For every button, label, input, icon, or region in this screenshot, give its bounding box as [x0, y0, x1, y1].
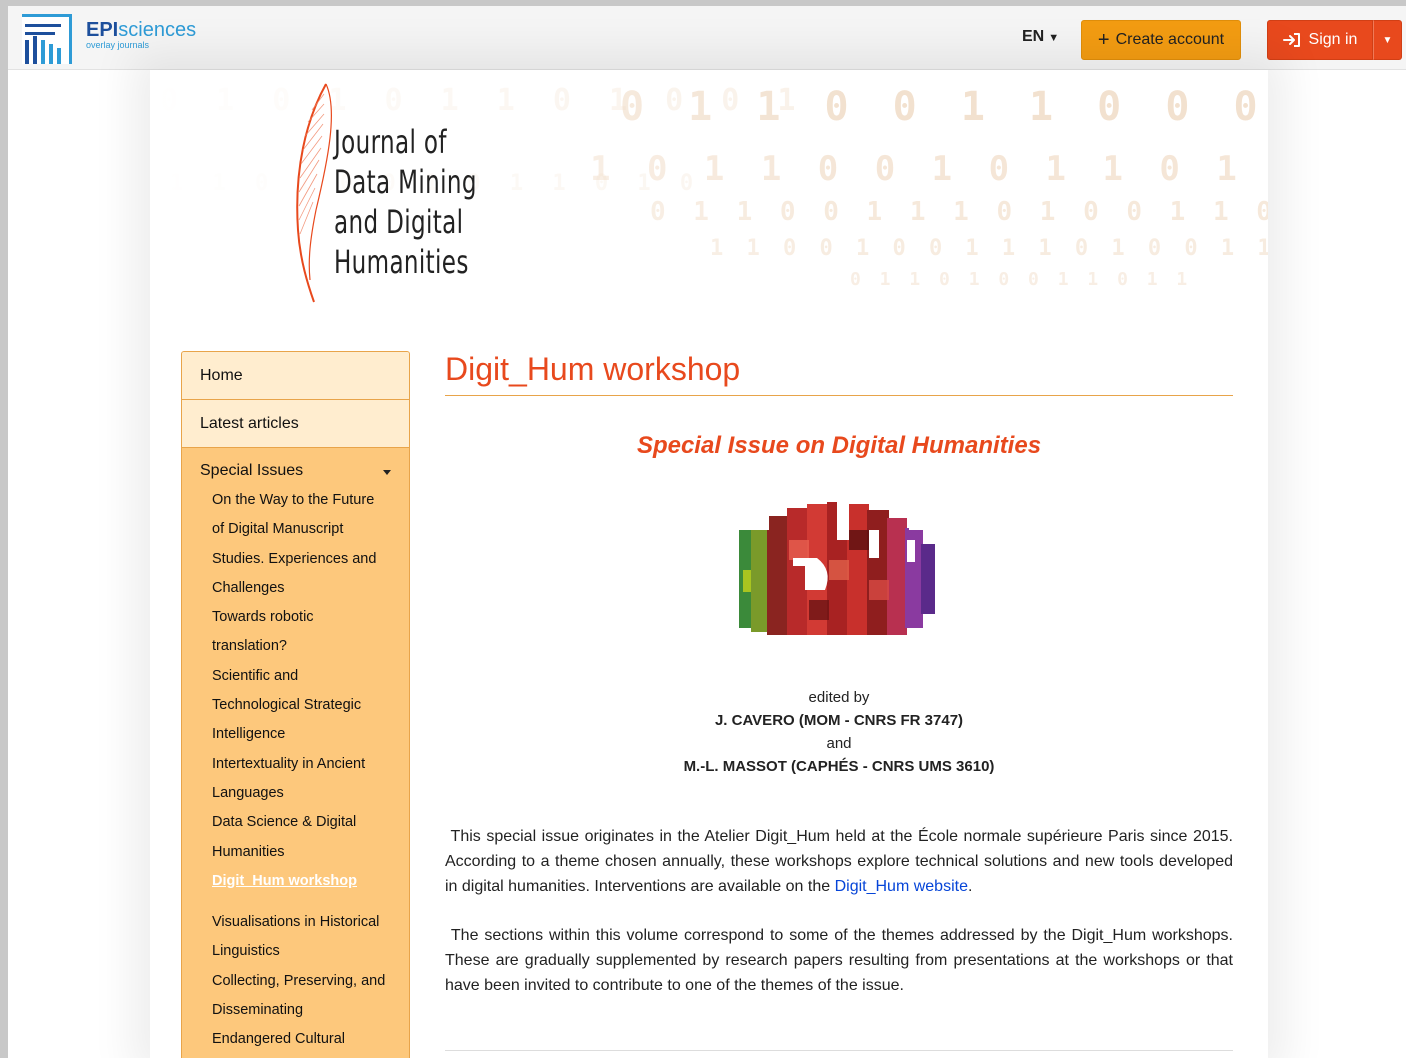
caret-down-icon: ▼ [1382, 34, 1393, 46]
special-issue-link[interactable]: Languages [212, 779, 409, 808]
plus-icon: + [1097, 29, 1110, 51]
journal-title-line: Journal of [334, 123, 447, 161]
sidebar-nav: Home Latest articles Special Issues On t… [181, 351, 410, 1058]
special-issue-link[interactable]: Endangered Cultural [212, 1025, 409, 1054]
editor-name: J. CAVERO (MOM - CNRS FR 3747) [714, 712, 964, 729]
sign-in-dropdown-toggle[interactable]: ▼ [1373, 20, 1402, 60]
section-divider [445, 1050, 1233, 1051]
and-label: and [826, 735, 852, 752]
journal-title-line: Data Mining [334, 163, 477, 201]
sign-in-button[interactable]: Sign in [1267, 20, 1373, 60]
svg-text:0 1 1 0 1 0 0 1 1 0 1 1: 0 1 1 0 1 0 0 1 1 0 1 1 [850, 269, 1191, 290]
sidebar-item-label: Special Issues [200, 462, 304, 479]
special-issue-link[interactable]: Towards robotic [212, 603, 409, 632]
top-navbar: EPIsciences overlay journals EN ▼ + Creat… [8, 6, 1406, 70]
special-issues-list: On the Way to the Future of Digital Manu… [182, 486, 409, 1055]
special-issue-link[interactable]: translation? [212, 632, 409, 661]
brand-light: sciences [118, 19, 197, 41]
sidebar-item-special-issues[interactable]: Special Issues [182, 448, 409, 486]
caret-down-icon: ▼ [1048, 32, 1060, 44]
journal-title-line: Humanities [334, 243, 469, 281]
create-account-label: Create account [1115, 31, 1225, 48]
digit-hum-website-link[interactable]: Digit_Hum website [835, 878, 968, 895]
editors-block: edited by J. CAVERO (MOM - CNRS FR 3747)… [445, 686, 1233, 778]
brand-name[interactable]: EPIsciences overlay journals [86, 20, 196, 50]
paragraph-text: . [967, 878, 973, 895]
special-issue-link[interactable]: Challenges [212, 574, 409, 603]
language-label: EN [1022, 28, 1045, 45]
special-issue-link[interactable]: Technological Strategic [212, 691, 409, 720]
main-content: Digit_Hum workshop Special Issue on Digi… [445, 351, 1233, 1051]
special-issue-link-active[interactable]: Digit_Hum workshop [212, 867, 409, 896]
issue-subtitle: Special Issue on Digital Humanities [636, 432, 1042, 459]
page-title: Digit_Hum workshop [445, 351, 1233, 396]
special-issue-link[interactable]: Visualisations in Historical [212, 908, 409, 937]
paragraph-text: The sections within this volume correspo… [445, 927, 1233, 994]
special-issue-link[interactable]: Linguistics [212, 937, 409, 966]
special-issue-link[interactable]: On the Way to the Future [212, 486, 409, 515]
journal-title-line: and Digital [334, 203, 464, 241]
special-issue-link[interactable]: Studies. Experiences and [212, 545, 409, 574]
brand-bold: EPI [86, 19, 119, 41]
edited-by-label: edited by [808, 689, 870, 706]
sidebar-item-home[interactable]: Home [182, 352, 409, 400]
browser-viewport: EPIsciences overlay journals EN ▼ + Creat… [8, 6, 1406, 1058]
editor-name: M.-L. MASSOT (CAPHÉS - CNRS UMS 3610) [683, 758, 995, 775]
special-issue-link[interactable]: Disseminating [212, 996, 409, 1025]
sign-in-icon [1282, 33, 1300, 47]
special-issue-link[interactable]: of Digital Manuscript [212, 515, 409, 544]
description-paragraph: The sections within this volume correspo… [445, 923, 1233, 998]
special-issue-link[interactable]: Scientific and [212, 662, 409, 691]
special-issue-link[interactable]: Data Science & Digital [212, 808, 409, 837]
description-paragraph: This special issue originates in the Ate… [445, 824, 1233, 899]
special-issue-link[interactable]: Intertextuality in Ancient [212, 750, 409, 779]
digit-hum-logo-image [729, 500, 949, 670]
content-area: 0 1 1 0 0 1 1 0 0 0 0 1 0 0 1 U U U U U … [150, 70, 1268, 1058]
sidebar-item-latest-articles[interactable]: Latest articles [182, 400, 409, 448]
special-issue-link[interactable]: Humanities [212, 838, 409, 867]
special-issue-link[interactable]: Intelligence [212, 720, 409, 749]
special-issue-link[interactable]: Collecting, Preserving, and [212, 967, 409, 996]
language-selector[interactable]: EN ▼ [1022, 28, 1059, 46]
episciences-logo-icon[interactable] [22, 14, 72, 64]
caret-down-icon [383, 470, 391, 475]
journal-title: Journal of Data Mining and Digital Human… [334, 126, 477, 286]
create-account-button[interactable]: + Create account [1081, 20, 1241, 60]
journal-banner[interactable]: 0 1 1 0 0 1 1 0 0 0 0 1 0 0 1 U U U U U … [150, 70, 1268, 310]
sign-in-label: Sign in [1308, 31, 1358, 48]
brand-subtitle: overlay journals [86, 40, 150, 50]
